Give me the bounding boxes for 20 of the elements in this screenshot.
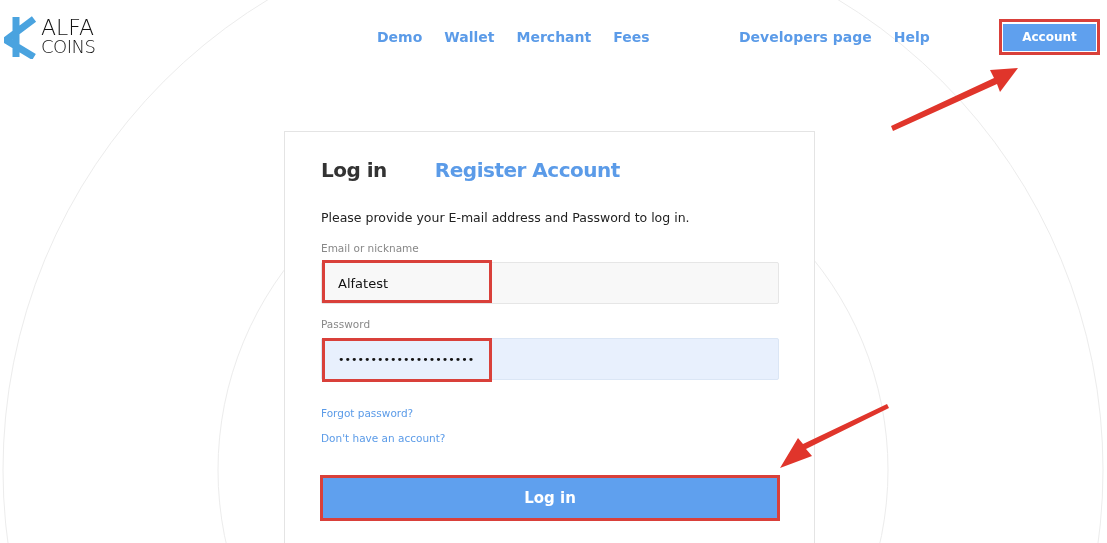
- nav-link[interactable]: Demo: [377, 29, 423, 45]
- login-button[interactable]: Log in: [322, 478, 778, 518]
- account-button[interactable]: Account: [1003, 23, 1096, 51]
- field-label: Password: [321, 318, 372, 330]
- nav-link[interactable]: Developers page: [739, 29, 872, 45]
- logo-text: COINS: [41, 37, 96, 56]
- password-field[interactable]: •••••••••••••••••••••: [321, 338, 779, 380]
- text-link[interactable]: Don't have an account?: [321, 432, 446, 444]
- logo-icon: [4, 15, 38, 59]
- nav-link[interactable]: Merchant: [516, 29, 592, 45]
- field-label: Email or nickname: [321, 242, 420, 254]
- instruction-text: Please provide your E-mail address and Password to log in.: [321, 210, 691, 225]
- nav-link[interactable]: Fees: [613, 29, 650, 45]
- input-field[interactable]: Alfatest: [321, 262, 779, 304]
- logo-text: ALFA: [41, 18, 95, 37]
- text-link[interactable]: Forgot password?: [321, 407, 414, 419]
- nav-link[interactable]: Wallet: [444, 29, 495, 45]
- nav-link[interactable]: Help: [893, 29, 930, 45]
- tab[interactable]: Register Account: [434, 158, 620, 182]
- tab[interactable]: Log in: [321, 158, 387, 182]
